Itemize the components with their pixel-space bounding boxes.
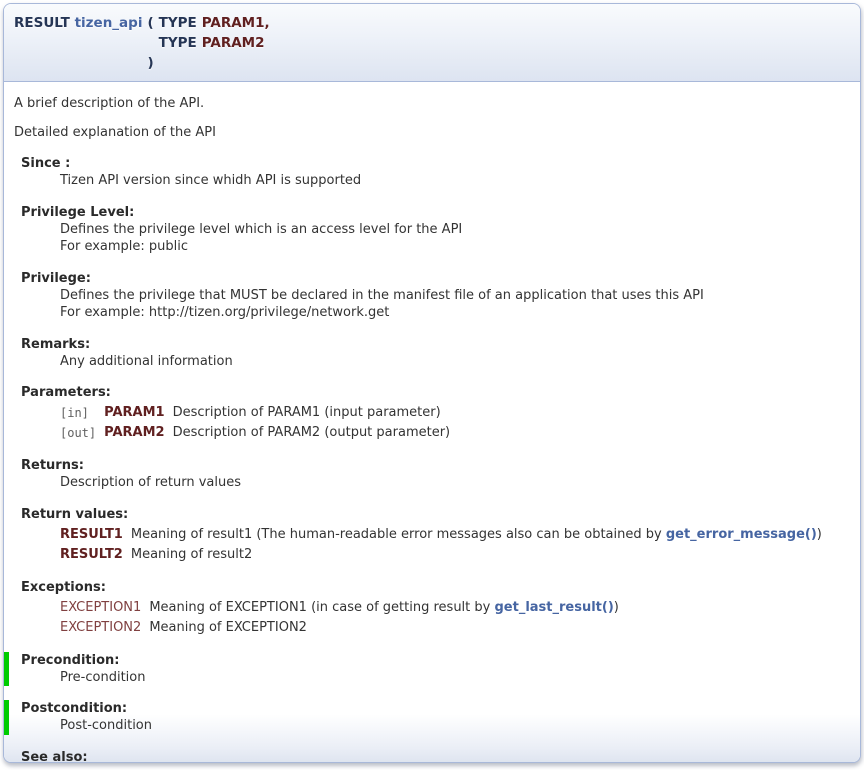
return-value-name: RESULT2 [60, 545, 131, 565]
section-privilege: Privilege: Defines the privilege that MU… [21, 270, 850, 322]
parameter-row: [out] PARAM2 Description of PARAM2 (outp… [60, 423, 458, 443]
parameters-heading: Parameters: [21, 384, 850, 401]
brief-description: A brief description of the API. [14, 96, 850, 112]
parameters-table: [in] PARAM1 Description of PARAM1 (input… [60, 403, 458, 443]
precondition-heading: Precondition: [21, 652, 850, 669]
param-name: PARAM1 [104, 403, 172, 423]
return-value-row: RESULT2 Meaning of result2 [60, 545, 830, 565]
section-parameters: Parameters: [in] PARAM1 Description of P… [21, 384, 850, 443]
section-exceptions: Exceptions: EXCEPTION1 Meaning of EXCEPT… [21, 579, 850, 638]
get-last-result-link[interactable]: get_last_result() [494, 600, 613, 615]
api-name-link[interactable]: tizen_api [75, 15, 143, 31]
signature-table: RESULT tizen_api ( TYPE PARAM1, TYPE PAR… [14, 13, 275, 73]
param-description: Description of PARAM2 (output parameter) [173, 423, 459, 443]
privilege-heading: Privilege: [21, 270, 850, 287]
privilege-level-heading: Privilege Level: [21, 204, 850, 221]
return-value-name: RESULT1 [60, 525, 131, 545]
param-name: PARAM2 [104, 423, 172, 443]
param-direction: [in] [60, 403, 104, 423]
function-documentation-body: A brief description of the API. Detailed… [4, 82, 860, 762]
detailed-description: Detailed explanation of the API [14, 125, 850, 141]
exceptions-table: EXCEPTION1 Meaning of EXCEPTION1 (in cas… [60, 598, 627, 638]
return-values-heading: Return values: [21, 506, 850, 523]
signature-row-2: TYPE PARAM2 [14, 33, 275, 53]
param-description: Description of PARAM1 (input parameter) [173, 403, 459, 423]
section-privilege-level: Privilege Level: Defines the privilege l… [21, 204, 850, 256]
signature-row-3: ) [14, 53, 275, 73]
exception-description: Meaning of EXCEPTION2 [149, 618, 627, 638]
section-postcondition: Postcondition: Post-condition [4, 700, 850, 735]
signature-row-1: RESULT tizen_api ( TYPE PARAM1, [14, 13, 275, 33]
function-signature-header: RESULT tizen_api ( TYPE PARAM1, TYPE PAR… [4, 4, 860, 82]
see-also-heading: See also: [21, 749, 850, 763]
return-value-row: RESULT1 Meaning of result1 (The human-re… [60, 525, 830, 545]
return-type: RESULT [14, 15, 70, 31]
return-values-table: RESULT1 Meaning of result1 (The human-re… [60, 525, 830, 565]
precondition-text: Pre-condition [60, 670, 850, 687]
open-paren: ( [147, 13, 158, 33]
privilege-line2: For example: http://tizen.org/privilege/… [60, 305, 850, 322]
function-name-cell: RESULT tizen_api [14, 13, 147, 33]
section-returns: Returns: Description of return values [21, 457, 850, 492]
section-since: Since : Tizen API version since whidh AP… [21, 155, 850, 190]
section-see-also: See also: Other related APIs [21, 749, 850, 763]
api-doc-card: RESULT tizen_api ( TYPE PARAM1, TYPE PAR… [3, 3, 861, 763]
parameter-row: [in] PARAM1 Description of PARAM1 (input… [60, 403, 458, 423]
section-return-values: Return values: RESULT1 Meaning of result… [21, 506, 850, 565]
param1-type: TYPE [159, 13, 202, 33]
remarks-heading: Remarks: [21, 336, 850, 353]
return-value-description: Meaning of result2 [131, 545, 830, 565]
returns-text: Description of return values [60, 475, 850, 492]
privilege-line1: Defines the privilege that MUST be decla… [60, 288, 850, 305]
section-precondition: Precondition: Pre-condition [4, 652, 850, 687]
close-paren: ) [147, 53, 158, 73]
exception-description: Meaning of EXCEPTION1 (in case of gettin… [149, 598, 627, 618]
remarks-text: Any additional information [60, 354, 850, 371]
privilege-level-line1: Defines the privilege level which is an … [60, 222, 850, 239]
exceptions-heading: Exceptions: [21, 579, 850, 596]
exception-row: EXCEPTION2 Meaning of EXCEPTION2 [60, 618, 627, 638]
section-remarks: Remarks: Any additional information [21, 336, 850, 371]
exception-name: EXCEPTION2 [60, 618, 149, 638]
param-direction: [out] [60, 423, 104, 443]
postcondition-text: Post-condition [60, 718, 850, 735]
exception-name: EXCEPTION1 [60, 598, 149, 618]
param2-type: TYPE [159, 33, 202, 53]
privilege-level-line2: For example: public [60, 239, 850, 256]
get-error-message-link[interactable]: get_error_message() [666, 527, 817, 542]
since-text: Tizen API version since whidh API is sup… [60, 173, 850, 190]
since-heading: Since : [21, 155, 850, 172]
return-value-description: Meaning of result1 (The human-readable e… [131, 525, 830, 545]
exception-row: EXCEPTION1 Meaning of EXCEPTION1 (in cas… [60, 598, 627, 618]
postcondition-heading: Postcondition: [21, 700, 850, 717]
returns-heading: Returns: [21, 457, 850, 474]
param1-name: PARAM1, [202, 13, 275, 33]
param2-name: PARAM2 [202, 33, 275, 53]
